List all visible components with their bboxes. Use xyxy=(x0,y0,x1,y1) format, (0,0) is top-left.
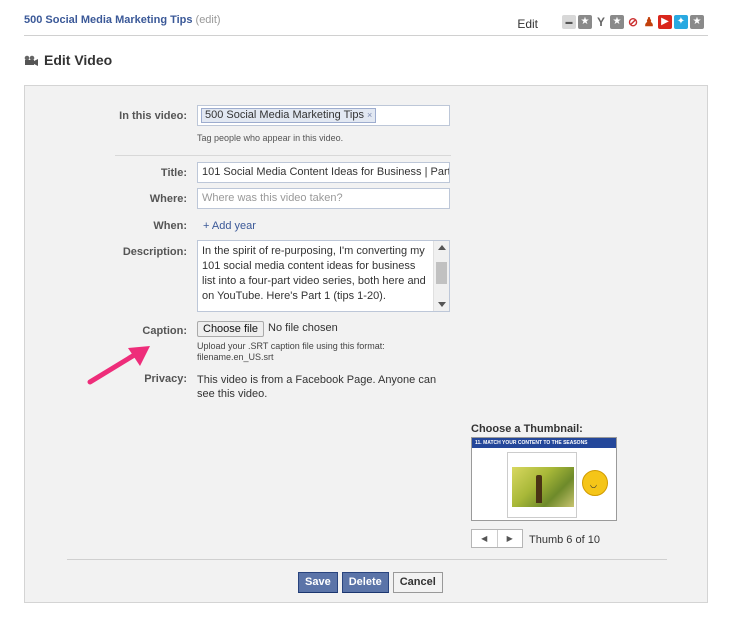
scroll-down-icon[interactable] xyxy=(438,302,446,307)
description-label: Description: xyxy=(122,246,187,258)
description-text: In the spirit of re-purposing, I'm conve… xyxy=(202,245,426,302)
thumbnail-image: 11. MATCH YOUR CONTENT TO THE SEASONS ◡ xyxy=(471,437,617,521)
share-icons: ▬ ★ Y ★ ⊘ ♟ ▶ ✦ ★ xyxy=(562,15,704,29)
sun-icon: ◡ xyxy=(582,470,608,496)
thumbnail-nav: ◀ ▶ xyxy=(471,529,523,548)
next-thumb-button[interactable]: ▶ xyxy=(496,530,523,547)
bookmarklet-icon[interactable]: ▬ xyxy=(562,15,576,29)
bottom-divider xyxy=(67,559,667,560)
edit-page-link[interactable]: (edit) xyxy=(196,14,221,26)
youtube-icon[interactable]: ▶ xyxy=(658,15,672,29)
remove-tag-icon[interactable]: × xyxy=(367,110,372,120)
star-icon[interactable]: ★ xyxy=(578,15,592,29)
prev-thumb-button[interactable]: ◀ xyxy=(472,530,497,547)
star-icon[interactable]: ★ xyxy=(690,15,704,29)
tag-icon[interactable]: ⊘ xyxy=(626,15,640,29)
tag-token: 500 Social Media Marketing Tips × xyxy=(201,108,377,123)
annotation-arrow-icon xyxy=(87,346,150,385)
y-icon[interactable]: Y xyxy=(594,15,608,29)
scroll-up-icon[interactable] xyxy=(438,245,446,250)
thumbnail-card xyxy=(507,452,577,518)
form-divider xyxy=(115,155,451,156)
form-actions: Save Delete Cancel xyxy=(298,572,443,593)
caption-hint: Upload your .SRT caption file using this… xyxy=(197,341,385,362)
person-icon[interactable]: ♟ xyxy=(642,15,656,29)
section-title: Edit Video xyxy=(24,52,112,68)
thumbnail-count: Thumb 6 of 10 xyxy=(529,534,600,546)
save-button[interactable]: Save xyxy=(298,572,338,593)
thumbnail-title: Choose a Thumbnail: xyxy=(471,423,583,435)
bottle-shape xyxy=(536,475,542,503)
thumbnail-banner: 11. MATCH YOUR CONTENT TO THE SEASONS xyxy=(472,438,616,448)
cancel-button[interactable]: Cancel xyxy=(392,572,443,593)
top-edit-label[interactable]: Edit xyxy=(517,17,538,31)
thumbnail-photo xyxy=(512,467,574,507)
delete-button[interactable]: Delete xyxy=(341,572,389,593)
page-header: 500 Social Media Marketing Tips (edit) Ed… xyxy=(24,8,708,36)
where-placeholder: Where was this video taken? xyxy=(202,192,343,204)
caption-label: Caption: xyxy=(142,325,187,337)
add-year-link[interactable]: + Add year xyxy=(203,220,256,232)
page-title: Edit Video xyxy=(44,52,113,68)
description-scrollbar[interactable] xyxy=(433,241,449,311)
page-name-text: 500 Social Media Marketing Tips xyxy=(24,14,193,26)
in-this-video-label: In this video: xyxy=(119,110,187,122)
video-camera-icon xyxy=(24,55,38,66)
where-input[interactable]: Where was this video taken? xyxy=(197,188,450,209)
choose-file-button[interactable]: Choose file xyxy=(197,321,265,337)
title-label: Title: xyxy=(160,167,187,179)
tag-token-label: 500 Social Media Marketing Tips xyxy=(205,109,364,121)
when-label: When: xyxy=(153,220,187,232)
star-icon[interactable]: ★ xyxy=(610,15,624,29)
where-label: Where: xyxy=(149,193,187,205)
no-file-chosen: No file chosen xyxy=(268,322,338,334)
privacy-text: This video is from a Facebook Page. Anyo… xyxy=(197,374,437,400)
description-textarea[interactable]: In the spirit of re-purposing, I'm conve… xyxy=(197,240,450,312)
scroll-thumb[interactable] xyxy=(436,262,447,284)
page-name-link[interactable]: 500 Social Media Marketing Tips (edit) xyxy=(24,14,221,26)
title-input[interactable]: 101 Social Media Content Ideas for Busin… xyxy=(197,162,450,183)
tag-hint: Tag people who appear in this video. xyxy=(197,133,344,143)
twitter-icon[interactable]: ✦ xyxy=(674,15,688,29)
tag-people-input[interactable]: 500 Social Media Marketing Tips × xyxy=(197,105,450,126)
